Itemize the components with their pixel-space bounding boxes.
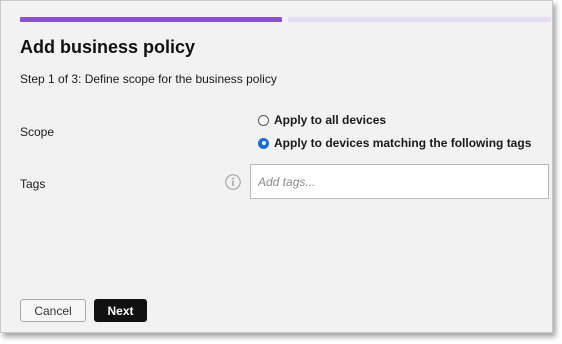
scope-option-label: Apply to all devices <box>274 113 387 127</box>
scope-option-all-devices[interactable]: Apply to all devices <box>258 113 386 127</box>
dialog-title: Add business policy <box>20 37 196 57</box>
progress-segment-remaining <box>288 17 551 22</box>
cancel-button[interactable]: Cancel <box>20 299 86 322</box>
step-indicator: Step 1 of 3: Define scope for the busine… <box>20 72 277 86</box>
progress-segment-active <box>20 17 282 22</box>
next-button[interactable]: Next <box>94 299 147 322</box>
info-icon[interactable] <box>225 174 241 190</box>
wizard-progress-bar <box>20 17 551 22</box>
add-business-policy-dialog: Add business policy Step 1 of 3: Define … <box>0 0 553 333</box>
scope-option-label: Apply to devices matching the following … <box>274 136 532 150</box>
radio-button[interactable] <box>258 137 269 149</box>
scope-option-matching-tags[interactable]: Apply to devices matching the following … <box>258 136 531 150</box>
tags-label: Tags <box>20 177 46 191</box>
tags-input[interactable] <box>250 164 549 199</box>
scope-label: Scope <box>20 125 55 139</box>
radio-button[interactable] <box>258 114 269 126</box>
